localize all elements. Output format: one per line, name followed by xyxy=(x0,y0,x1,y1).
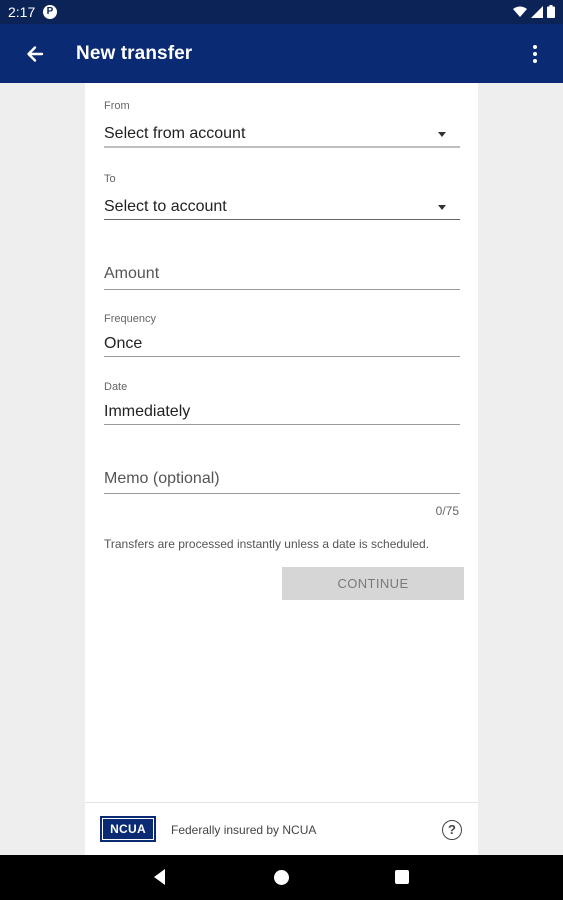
memo-char-counter: 0/75 xyxy=(435,504,459,518)
to-label: To xyxy=(104,173,116,185)
continue-button[interactable]: CONTINUE xyxy=(282,567,464,600)
from-label: From xyxy=(104,100,130,112)
transfer-form: From Select from account To Select to ac… xyxy=(85,83,478,802)
amount-input[interactable]: Amount xyxy=(104,263,460,293)
help-icon[interactable]: ? xyxy=(442,820,462,840)
ncua-logo-text: NCUA xyxy=(102,818,154,840)
frequency-underline xyxy=(104,356,460,357)
overflow-menu-button[interactable] xyxy=(523,39,547,69)
date-value: Immediately xyxy=(104,403,191,420)
to-account-select[interactable]: To Select to account xyxy=(104,172,460,224)
memo-underline xyxy=(104,493,460,494)
transfer-hint: Transfers are processed instantly unless… xyxy=(104,537,430,551)
more-vert-icon xyxy=(533,45,537,63)
to-value: Select to account xyxy=(104,198,227,215)
frequency-label: Frequency xyxy=(104,313,156,325)
status-time: 2:17 xyxy=(8,4,36,20)
frequency-value: Once xyxy=(104,335,143,352)
date-label: Date xyxy=(104,381,128,393)
nav-home-icon[interactable] xyxy=(274,870,289,885)
from-account-select[interactable]: From Select from account xyxy=(104,99,460,151)
ncua-logo: NCUA xyxy=(100,816,156,842)
nav-back-icon[interactable] xyxy=(154,869,165,885)
from-underline xyxy=(104,146,460,148)
frequency-select[interactable]: Frequency Once xyxy=(104,312,460,360)
from-value: Select from account xyxy=(104,125,246,142)
arrow-left-icon xyxy=(27,46,44,62)
insurance-text: Federally insured by NCUA xyxy=(171,823,317,837)
chevron-down-icon xyxy=(438,132,446,137)
nav-recents-icon[interactable] xyxy=(395,870,409,884)
chevron-down-icon xyxy=(438,205,446,210)
date-select[interactable]: Date Immediately xyxy=(104,380,460,428)
back-button[interactable] xyxy=(20,39,50,69)
amount-underline xyxy=(104,289,460,290)
to-underline xyxy=(104,219,460,220)
amount-placeholder: Amount xyxy=(104,265,160,282)
system-nav-bar xyxy=(0,855,563,900)
wifi-icon xyxy=(513,6,527,17)
battery-icon xyxy=(547,5,555,18)
status-bar: 2:17 P xyxy=(0,0,563,24)
footer: NCUA Federally insured by NCUA ? xyxy=(85,802,478,855)
signal-icon xyxy=(531,5,543,18)
notification-app-icon: P xyxy=(43,5,57,19)
app-bar: New transfer xyxy=(0,24,563,83)
memo-placeholder: Memo (optional) xyxy=(104,470,220,487)
status-icons xyxy=(513,5,555,18)
date-underline xyxy=(104,424,460,425)
page-title: New transfer xyxy=(76,43,193,64)
memo-input[interactable]: Memo (optional) xyxy=(104,468,460,498)
